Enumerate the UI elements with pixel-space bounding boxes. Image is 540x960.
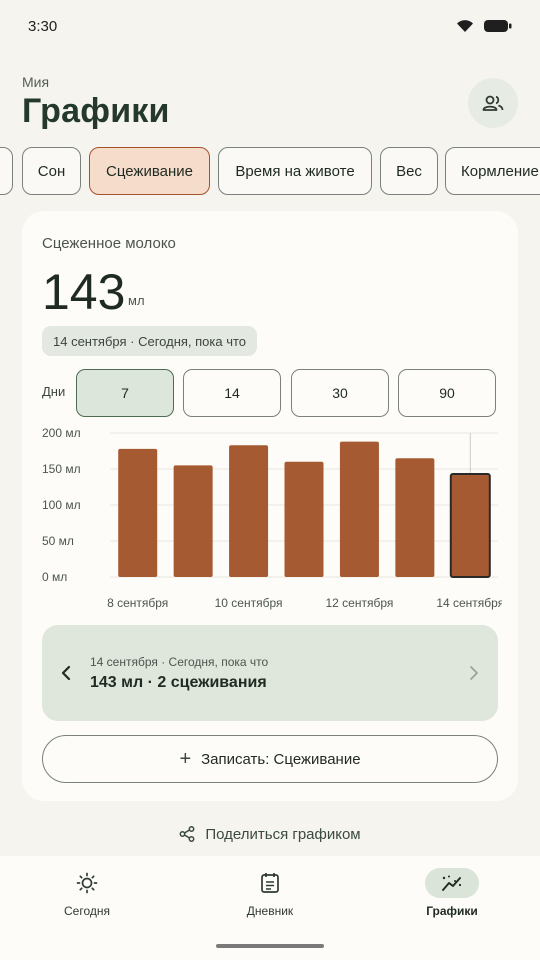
chevron-right-icon xyxy=(470,666,478,680)
date-pill: 14 сентября · Сегодня, пока что xyxy=(42,326,258,356)
nav-journal-label: Дневник xyxy=(246,904,294,918)
bar xyxy=(173,465,213,577)
summary-main: 143 мл · 2 сцеживания xyxy=(90,674,267,691)
share-icon xyxy=(179,826,195,842)
share-label: Поделиться графиком xyxy=(205,825,361,843)
bar xyxy=(339,441,379,577)
metric-chips: Сон Сцеживание Время на животе Вес Кормл… xyxy=(0,147,540,195)
chip-partial[interactable] xyxy=(0,147,13,195)
nav-charts[interactable]: Графики xyxy=(392,868,512,932)
bar xyxy=(229,445,269,577)
x-tick-label: 14 сентября xyxy=(436,596,502,610)
nav-journal[interactable]: Дневник xyxy=(210,868,330,932)
previous-day-button[interactable] xyxy=(56,659,76,687)
status-bar: 3:30 xyxy=(0,0,540,52)
journal-icon xyxy=(261,873,279,893)
bar xyxy=(284,461,324,577)
x-tick-label: 10 сентября xyxy=(215,596,283,610)
chart-icon xyxy=(442,875,462,891)
nav-today-label: Сегодня xyxy=(64,904,110,918)
bar xyxy=(395,458,435,577)
chip-pumping[interactable]: Сцеживание xyxy=(89,147,210,195)
chip-weight[interactable]: Вес xyxy=(380,147,438,195)
nav-journal-icon-wrap xyxy=(243,868,297,898)
battery-icon xyxy=(484,20,512,32)
range-label: Дни xyxy=(42,384,66,399)
range-30-button[interactable]: 30 xyxy=(291,369,389,417)
metric-unit: мл xyxy=(128,293,145,308)
range-14-button[interactable]: 14 xyxy=(183,369,281,417)
child-name: Мия xyxy=(22,74,50,90)
chip-feeding[interactable]: Кормление xyxy=(445,147,540,195)
range-90-button[interactable]: 90 xyxy=(398,369,496,417)
metric-label: Сцеженное молоко xyxy=(42,235,176,252)
record-button-label: Записать: Сцеживание xyxy=(201,750,361,768)
y-tick-label: 50 мл xyxy=(42,534,74,548)
nav-today-icon-wrap xyxy=(60,868,114,898)
nav-today[interactable]: Сегодня xyxy=(27,868,147,932)
chevron-left-icon xyxy=(61,665,71,681)
chart-card: Сцеженное молоко 143 мл 14 сентября · Се… xyxy=(22,211,518,801)
wifi-icon xyxy=(457,20,473,32)
chip-tummy-time[interactable]: Время на животе xyxy=(218,147,372,195)
day-summary: 14 сентября · Сегодня, пока что 143 мл ·… xyxy=(42,625,498,721)
bar xyxy=(118,448,158,577)
x-tick-label: 12 сентября xyxy=(325,596,393,610)
nav-charts-label: Графики xyxy=(426,904,478,918)
x-tick-label: 8 сентября xyxy=(107,596,168,610)
y-tick-label: 150 мл xyxy=(42,462,81,476)
status-icons xyxy=(456,19,512,33)
y-tick-label: 100 мл xyxy=(42,498,81,512)
y-tick-label: 0 мл xyxy=(42,570,67,584)
metric-value: 143 xyxy=(42,264,126,320)
range-7-button[interactable]: 7 xyxy=(76,369,174,417)
y-tick-label: 200 мл xyxy=(42,426,81,440)
share-chart-button[interactable]: Поделиться графиком xyxy=(0,820,540,848)
bar-selected xyxy=(449,473,491,578)
status-time: 3:30 xyxy=(28,17,58,35)
home-indicator xyxy=(216,944,324,948)
range-selector: Дни 7 14 30 90 xyxy=(42,369,498,417)
profile-button[interactable] xyxy=(468,78,518,128)
people-icon xyxy=(482,95,504,111)
header: Мия Графики xyxy=(22,74,518,134)
chip-sleep[interactable]: Сон xyxy=(22,147,81,195)
sun-icon xyxy=(76,872,98,894)
page-title: Графики xyxy=(22,92,170,130)
next-day-button[interactable] xyxy=(464,659,484,687)
plus-icon: + xyxy=(179,748,192,770)
bar-chart: 200 мл 150 мл 100 мл 50 мл 0 мл 8 сентября 10 … xyxy=(42,426,502,610)
nav-charts-icon-wrap xyxy=(425,868,479,898)
record-pumping-button[interactable]: + Записать: Сцеживание xyxy=(42,735,498,783)
summary-subtitle: 14 сентября · Сегодня, пока что xyxy=(90,655,269,669)
